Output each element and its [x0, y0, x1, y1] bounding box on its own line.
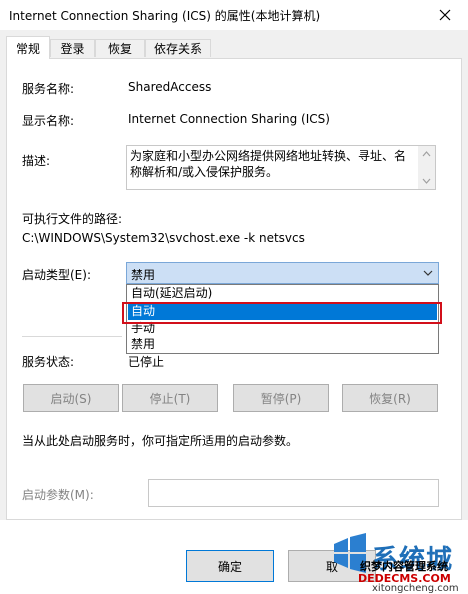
display-name-label: 显示名称:	[22, 114, 75, 128]
exec-path-value: C:\WINDOWS\System32\svchost.exe -k netsv…	[22, 231, 305, 245]
description-text: 为家庭和小型办公网络提供网络地址转换、寻址、名称解析和/或入侵保护服务。	[130, 149, 407, 179]
button-label: 停止(T)	[149, 391, 191, 406]
button-label: 启动(S)	[50, 391, 92, 406]
button-label: 恢复(R)	[369, 391, 411, 406]
button-label: 确定	[217, 559, 242, 574]
close-button[interactable]	[422, 0, 468, 30]
tab-recovery[interactable]: 恢复	[95, 39, 145, 57]
option-auto-delayed[interactable]: 自动(延迟启动)	[128, 285, 437, 302]
stop-button[interactable]: 停止(T)	[122, 384, 218, 412]
chevron-down-icon	[423, 270, 433, 276]
scroll-down-icon[interactable]	[418, 175, 435, 187]
close-x-icon	[439, 9, 451, 21]
tab-label: 恢复	[107, 42, 132, 56]
service-name-label: 服务名称:	[22, 82, 75, 96]
button-label: 暂停(P)	[260, 391, 302, 406]
service-status-value: 已停止	[128, 355, 165, 369]
scroll-up-icon[interactable]	[418, 148, 435, 160]
startup-type-value: 禁用	[131, 268, 156, 282]
pause-button[interactable]: 暂停(P)	[233, 384, 329, 412]
startup-type-label: 启动类型(E):	[22, 268, 91, 282]
title-bar: Internet Connection Sharing (ICS) 的属性(本地…	[0, 0, 468, 31]
tab-label: 依存关系	[153, 42, 202, 56]
option-disabled[interactable]: 禁用	[128, 336, 437, 353]
start-params-input[interactable]	[148, 479, 439, 507]
highlight-box	[122, 302, 442, 324]
exec-path-label: 可执行文件的路径:	[22, 212, 123, 226]
tab-logon[interactable]: 登录	[50, 39, 95, 57]
start-button[interactable]: 启动(S)	[23, 384, 119, 412]
watermark-url: xitongcheng.com	[372, 583, 459, 594]
service-name-value: SharedAccess	[128, 80, 212, 94]
description-box[interactable]: 为家庭和小型办公网络提供网络地址转换、寻址、名称解析和/或入侵保护服务。	[126, 145, 436, 190]
ok-button[interactable]: 确定	[186, 550, 274, 582]
description-label: 描述:	[22, 154, 51, 168]
startup-type-select[interactable]: 禁用	[126, 262, 439, 284]
description-scrollbar[interactable]	[418, 146, 435, 189]
tab-label: 常规	[15, 41, 40, 56]
resume-button[interactable]: 恢复(R)	[342, 384, 438, 412]
window-title: Internet Connection Sharing (ICS) 的属性(本地…	[9, 9, 321, 23]
display-name-value: Internet Connection Sharing (ICS)	[128, 112, 330, 126]
service-status-label: 服务状态:	[22, 355, 75, 369]
start-params-label: 启动参数(M):	[22, 488, 94, 502]
tab-general[interactable]: 常规	[6, 36, 50, 59]
separator	[22, 336, 122, 337]
start-hint-text: 当从此处启动服务时，你可指定所适用的启动参数。	[22, 434, 299, 448]
tab-dependencies[interactable]: 依存关系	[145, 39, 211, 57]
tab-label: 登录	[60, 42, 85, 56]
